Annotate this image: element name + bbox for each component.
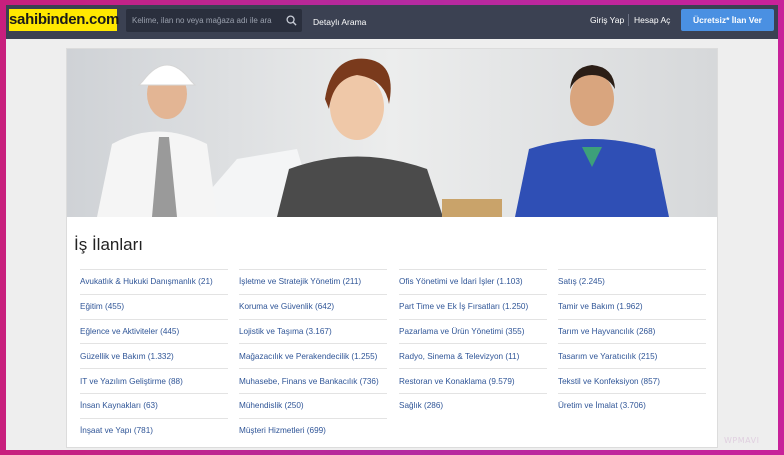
category-link[interactable]: Tarım ve Hayvancılık (268) — [558, 318, 706, 344]
search-input[interactable] — [126, 9, 280, 32]
top-header: sahibinden.com Detaylı Arama Giriş Yap H… — [6, 5, 778, 39]
category-link[interactable]: Tekstil ve Konfeksiyon (857) — [558, 368, 706, 393]
category-link[interactable]: Pazarlama ve Ürün Yönetimi (355) — [399, 318, 547, 344]
site-logo[interactable]: sahibinden.com — [9, 9, 119, 31]
category-column-1: Avukatlık & Hukuki Danışmanlık (21) Eğit… — [80, 269, 228, 443]
watermark-logo: WPMAVI — [724, 436, 760, 445]
category-link[interactable]: Radyo, Sinema & Televizyon (11) — [399, 343, 547, 368]
browser-frame: sahibinden.com Detaylı Arama Giriş Yap H… — [6, 5, 778, 450]
category-link[interactable]: İnsan Kaynakları (63) — [80, 392, 228, 418]
category-link[interactable]: Tasarım ve Yaratıcılık (215) — [558, 343, 706, 368]
category-link[interactable]: Eğitim (455) — [80, 293, 228, 319]
category-link[interactable]: Mühendislik (250) — [239, 392, 387, 418]
category-column-2: İşletme ve Stratejik Yönetim (211) Korum… — [239, 269, 387, 443]
category-link[interactable]: İşletme ve Stratejik Yönetim (211) — [239, 269, 387, 294]
category-link[interactable]: Müşteri Hizmetleri (699) — [239, 417, 387, 443]
page-title: İş İlanları — [74, 235, 143, 254]
detailed-search-link[interactable]: Detaylı Arama — [313, 5, 366, 39]
post-ad-button[interactable]: Ücretsiz* İlan Ver — [681, 9, 774, 31]
category-link[interactable]: Ofis Yönetimi ve İdari İşler (1.103) — [399, 269, 547, 294]
category-column-3: Ofis Yönetimi ve İdari İşler (1.103) Par… — [399, 269, 547, 418]
hero-banner — [67, 49, 717, 217]
category-link[interactable]: Eğlence ve Aktiviteler (445) — [80, 318, 228, 344]
category-link[interactable]: Mağazacılık ve Perakendecilik (1.255) — [239, 343, 387, 368]
search-box — [126, 9, 302, 32]
category-link[interactable]: Sağlık (286) — [399, 392, 547, 418]
category-link[interactable]: Avukatlık & Hukuki Danışmanlık (21) — [80, 269, 228, 294]
category-link[interactable]: Part Time ve Ek İş Fırsatları (1.250) — [399, 293, 547, 319]
login-link[interactable]: Giriş Yap — [590, 5, 624, 35]
category-link[interactable]: IT ve Yazılım Geliştirme (88) — [80, 368, 228, 393]
header-divider — [628, 14, 629, 26]
category-column-4: Satış (2.245) Tamir ve Bakım (1.962) Tar… — [558, 269, 706, 418]
search-icon[interactable] — [280, 9, 302, 32]
category-link[interactable]: Restoran ve Konaklama (9.579) — [399, 368, 547, 393]
category-link[interactable]: Tamir ve Bakım (1.962) — [558, 293, 706, 319]
category-link[interactable]: Güzellik ve Bakım (1.332) — [80, 343, 228, 368]
category-link[interactable]: Koruma ve Güvenlik (642) — [239, 293, 387, 319]
category-link[interactable]: Lojistik ve Taşıma (3.167) — [239, 318, 387, 344]
category-link[interactable]: Muhasebe, Finans ve Bankacılık (736) — [239, 368, 387, 393]
category-link[interactable]: Üretim ve İmalat (3.706) — [558, 392, 706, 418]
category-link[interactable]: Satış (2.245) — [558, 269, 706, 294]
register-link[interactable]: Hesap Aç — [634, 5, 670, 35]
jobs-card: İş İlanları Avukatlık & Hukuki Danışmanl… — [66, 48, 718, 448]
category-link[interactable]: İnşaat ve Yapı (781) — [80, 417, 228, 443]
